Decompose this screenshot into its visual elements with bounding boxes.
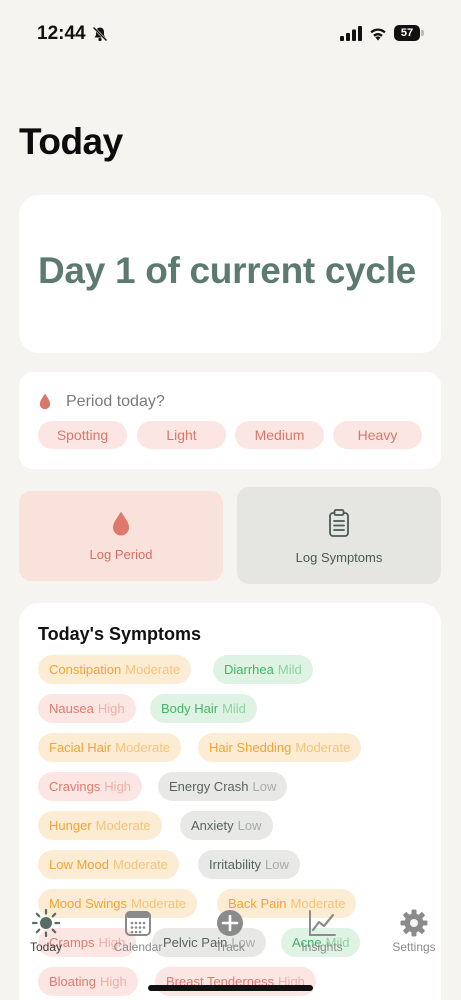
chart-icon <box>309 910 336 936</box>
status-bar: 12:44 57 <box>0 0 461 66</box>
symptom-chip[interactable]: Hunger Moderate <box>38 811 162 840</box>
symptom-severity: Moderate <box>295 740 351 755</box>
flow-option-heavy[interactable]: Heavy <box>333 421 422 449</box>
flow-option-medium[interactable]: Medium <box>235 421 324 449</box>
symptom-severity: Low <box>265 857 289 872</box>
sun-icon <box>31 908 61 938</box>
symptom-name: Cravings <box>49 779 101 794</box>
symptom-name: Facial Hair <box>49 740 112 755</box>
symptom-chip[interactable]: Energy Crash Low <box>158 772 288 801</box>
symptom-severity: Moderate <box>125 662 181 677</box>
symptom-chip[interactable]: Low Mood Moderate <box>38 850 179 879</box>
flow-option-spotting[interactable]: Spotting <box>38 421 127 449</box>
tab-label: Today <box>29 940 63 954</box>
log-symptoms-button[interactable]: Log Symptoms <box>237 487 441 584</box>
symptom-severity: Mild <box>277 662 302 677</box>
symptom-name: Constipation <box>49 662 122 677</box>
log-symptoms-label: Log Symptoms <box>295 550 383 565</box>
symptom-severity: High <box>104 779 132 794</box>
bell-off-icon <box>92 26 108 42</box>
symptom-name: Hunger <box>49 818 92 833</box>
symptom-chip[interactable]: Constipation Moderate <box>38 655 192 684</box>
battery-level: 57 <box>394 25 420 41</box>
symptom-severity: Moderate <box>115 740 171 755</box>
signal-icon <box>340 26 362 41</box>
symptom-severity: Low <box>237 818 262 833</box>
symptom-chip[interactable]: Diarrhea Mild <box>213 655 313 684</box>
symptom-name: Hair Shedding <box>209 740 292 755</box>
drop-icon <box>113 511 129 536</box>
status-time: 12:44 <box>37 23 86 44</box>
symptom-severity: Moderate <box>95 818 151 833</box>
symptom-name: Energy Crash <box>169 779 249 794</box>
symptom-severity: Mild <box>222 701 246 716</box>
symptom-severity: Low <box>252 779 277 794</box>
symptoms-title: Today's Symptoms <box>38 624 201 644</box>
symptom-name: Body Hair <box>161 701 219 716</box>
plus-circle-icon <box>217 910 243 936</box>
symptom-name: Nausea <box>49 701 94 716</box>
period-question: Period today? <box>66 393 165 410</box>
symptom-name: Irritability <box>209 857 262 872</box>
symptom-severity: High <box>97 701 125 716</box>
cycle-day-text: Day 1 of current cycle <box>38 250 416 291</box>
tab-settings[interactable]: Settings <box>374 908 454 954</box>
flow-option-light[interactable]: Light <box>137 421 226 449</box>
log-period-label: Log Period <box>89 547 153 562</box>
tab-label: Settings <box>392 940 436 954</box>
symptom-chip[interactable]: Nausea High <box>38 694 136 723</box>
home-indicator <box>148 985 313 991</box>
gear-icon <box>400 909 428 937</box>
battery-cap <box>421 30 424 36</box>
symptom-chip[interactable]: Body Hair Mild <box>150 694 257 723</box>
symptom-name: Anxiety <box>191 818 234 833</box>
symptom-chip[interactable]: Anxiety Low <box>180 811 273 840</box>
tab-label: Track <box>215 940 245 954</box>
period-today-card: Period today? Spotting Light Medium Heav… <box>19 372 441 469</box>
calendar-icon <box>125 911 151 936</box>
symptom-chip[interactable]: Cravings High <box>38 772 143 801</box>
tab-today[interactable]: Today <box>6 908 86 954</box>
battery-icon: 57 <box>394 25 424 41</box>
symptom-chip[interactable]: Facial Hair Moderate <box>38 733 182 762</box>
page-title: Today <box>19 121 123 162</box>
tab-track[interactable]: Track <box>190 908 270 954</box>
wifi-icon <box>370 28 386 41</box>
log-period-button[interactable]: Log Period <box>19 491 223 581</box>
tab-label: Calendar <box>113 940 163 954</box>
symptom-chip[interactable]: Irritability Low <box>198 850 300 879</box>
cycle-card: Day 1 of current cycle <box>19 195 441 353</box>
symptom-chip[interactable]: Hair Shedding Moderate <box>198 733 362 762</box>
tab-label: Insights <box>301 940 343 954</box>
symptom-name: Low Mood <box>49 857 109 872</box>
symptom-name: Diarrhea <box>224 662 274 677</box>
clipboard-icon <box>329 509 349 537</box>
symptom-severity: Moderate <box>112 857 168 872</box>
tab-insights[interactable]: Insights <box>282 908 362 954</box>
tab-calendar[interactable]: Calendar <box>98 908 178 954</box>
drop-icon <box>39 393 51 410</box>
